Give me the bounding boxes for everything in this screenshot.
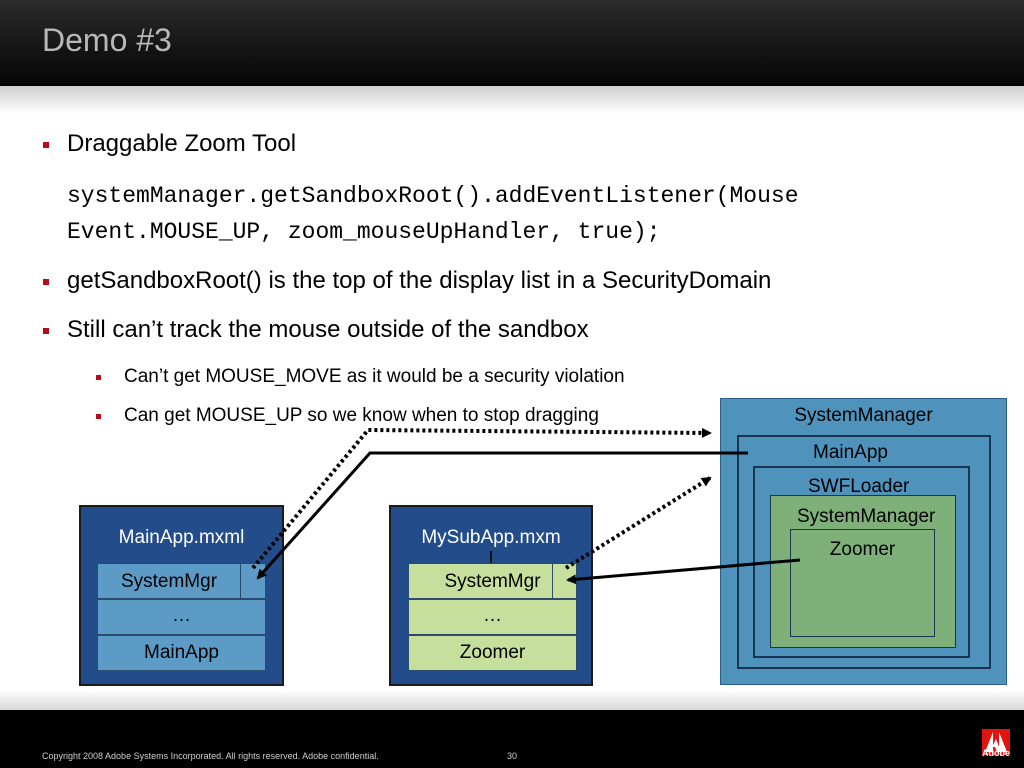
bullet-track-mouse: Still can’t track the mouse outside of t… — [67, 316, 589, 343]
ellipsis-cell: … — [97, 599, 266, 635]
systemmgr-label: SystemMgr — [444, 571, 541, 592]
systemmanager-label: SystemManager — [794, 405, 933, 426]
slide-title: Demo #3 — [42, 22, 172, 58]
zoomer-cell: Zoomer — [408, 635, 577, 671]
systemmgr-cell: SystemMgr — [408, 563, 577, 599]
code-line: systemManager.getSandboxRoot().addEventL… — [67, 183, 799, 209]
sub-bullet-mouse-up: Can get MOUSE_UP so we know when to stop… — [124, 405, 599, 426]
code-line: Event.MOUSE_UP, zoom_mouseUpHandler, tru… — [67, 219, 661, 245]
bullet-sandbox-root: getSandboxRoot() is the top of the displ… — [67, 267, 772, 294]
sub-bullet-mouse-move: Can’t get MOUSE_MOVE as it would be a se… — [124, 366, 625, 387]
sub-bullet-marker — [96, 375, 101, 380]
systemmgr-label: SystemMgr — [120, 571, 218, 592]
sub-bullet-marker — [96, 414, 101, 419]
systemmgr-cell: SystemMgr — [97, 563, 266, 599]
mainapp-mxml-label: MainApp.mxml — [118, 527, 245, 548]
footer-band — [0, 690, 1024, 710]
bullet-marker — [43, 142, 49, 148]
cell-divider — [240, 564, 241, 598]
mainapp-mxml-box: MainApp.mxml SystemMgr … MainApp — [79, 505, 284, 686]
zoomer-box: Zoomer — [790, 529, 935, 637]
bullet-draggable-zoom: Draggable Zoom Tool — [67, 130, 297, 157]
mainapp-label: MainApp — [813, 442, 888, 463]
cell-divider — [552, 564, 553, 598]
mysubapp-mxml-box: MySubApp.mxm l SystemMgr … Zoomer — [389, 505, 593, 686]
inner-systemmanager-label: SystemManager — [797, 506, 936, 527]
ellipsis-cell: … — [408, 599, 577, 635]
code-snippet: systemManager.getSandboxRoot().addEventL… — [67, 178, 987, 250]
zoomer-label: Zoomer — [829, 539, 896, 560]
adobe-logo-text: Adobe — [982, 748, 1010, 758]
copyright-text: Copyright 2008 Adobe Systems Incorporate… — [42, 751, 379, 761]
page-number: 30 — [507, 751, 518, 761]
title-bar-shadow — [0, 86, 1024, 114]
mainapp-cell: MainApp — [97, 635, 266, 671]
bullet-marker — [43, 279, 49, 285]
bullet-marker — [43, 328, 49, 334]
mysubapp-mxml-label: MySubApp.mxm — [421, 527, 561, 548]
